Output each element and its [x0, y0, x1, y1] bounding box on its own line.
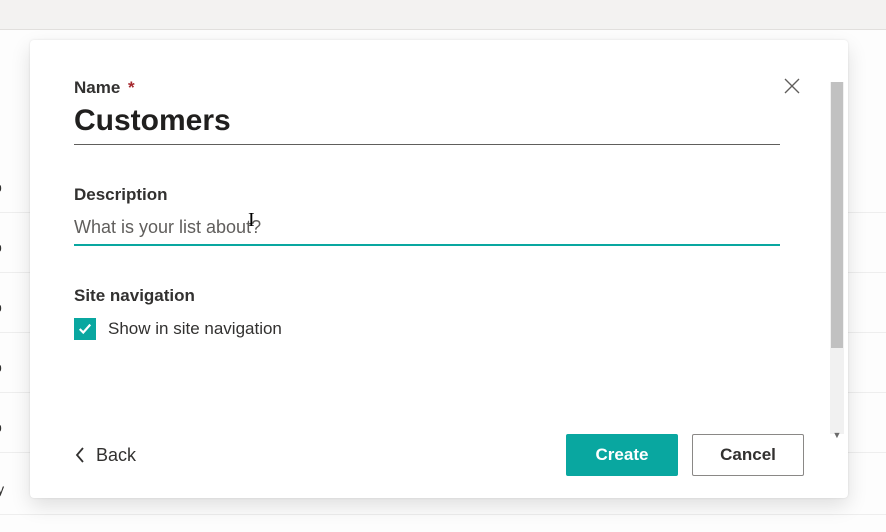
background-toolbar: [0, 0, 886, 30]
site-navigation-heading: Site navigation: [74, 286, 804, 306]
cancel-button[interactable]: Cancel: [692, 434, 804, 476]
background-list-item: t lib: [0, 179, 2, 195]
show-in-navigation-label: Show in site navigation: [108, 319, 282, 339]
description-label: Description: [74, 185, 804, 205]
close-button[interactable]: [780, 74, 804, 98]
background-list-item: t lib: [0, 299, 2, 315]
scrollbar-track[interactable]: [830, 82, 844, 434]
dialog-footer: Back Create Cancel: [74, 406, 804, 476]
back-button-label: Back: [96, 445, 136, 466]
name-label-text: Name: [74, 78, 120, 97]
background-list-item: rary: [0, 481, 4, 497]
background-list-item: t lib: [0, 359, 2, 375]
chevron-left-icon: [74, 446, 86, 464]
show-in-navigation-checkbox[interactable]: [74, 318, 96, 340]
create-button[interactable]: Create: [566, 434, 678, 476]
scrollbar-thumb[interactable]: [831, 82, 843, 348]
background-list-item: t lib: [0, 239, 2, 255]
background-list-item: t lib: [0, 419, 2, 435]
create-list-dialog: Name * Description I Site navigation Sho…: [30, 40, 848, 498]
scroll-down-arrow[interactable]: ▼: [828, 428, 846, 442]
check-icon: [78, 322, 92, 336]
description-input[interactable]: [74, 209, 780, 246]
dialog-body: Name * Description I Site navigation Sho…: [30, 40, 848, 498]
back-button[interactable]: Back: [74, 445, 136, 466]
name-input[interactable]: [74, 102, 780, 145]
name-label: Name *: [74, 78, 804, 98]
required-indicator: *: [128, 78, 135, 97]
close-icon: [784, 78, 800, 94]
